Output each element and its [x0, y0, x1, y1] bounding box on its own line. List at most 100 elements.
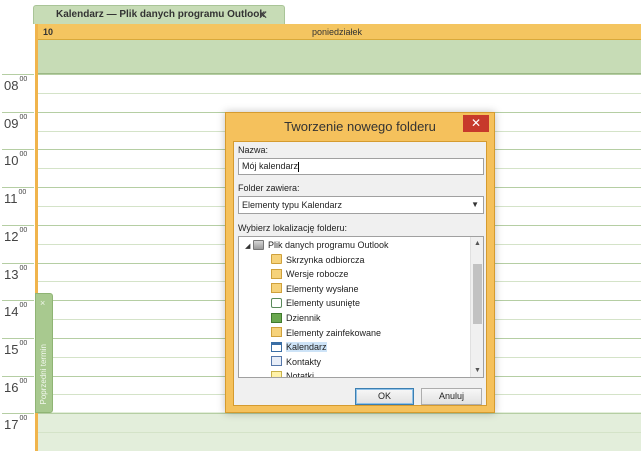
folder-contains-value: Elementy typu Kalendarz	[242, 200, 343, 210]
time-label: 0900	[4, 113, 34, 131]
hour-value: 12	[4, 228, 19, 244]
time-column: 0800 0900 1000 1100 1200 1300 1400 1500 1600 1700	[0, 74, 35, 451]
time-separator	[2, 224, 34, 226]
time-separator	[2, 413, 34, 415]
folder-contains-select[interactable]: Elementy typu Kalendarz ▼	[238, 196, 484, 214]
scroll-down-icon[interactable]: ▼	[471, 364, 483, 377]
previous-appointment-label: Poprzedni termin	[39, 343, 48, 404]
hour-value: 08	[4, 78, 19, 93]
drafts-icon	[271, 268, 282, 279]
hour-value: 13	[4, 266, 19, 282]
tree-item-label: Kontakty	[286, 356, 322, 367]
hour-value: 14	[4, 304, 19, 320]
inbox-icon	[271, 254, 282, 265]
grid-line	[38, 413, 641, 415]
time-separator	[2, 187, 34, 189]
minute-value: 00	[18, 189, 27, 197]
time-separator	[2, 262, 34, 264]
infected-items-icon	[271, 327, 282, 338]
hour-value: 10	[4, 153, 19, 169]
day-name: poniedziałek	[311, 27, 363, 37]
location-label: Wybierz lokalizację folderu:	[238, 223, 347, 233]
new-folder-dialog: Tworzenie nowego folderu ✕ Nazwa: Mój ka…	[225, 112, 495, 413]
tree-item[interactable]: Elementy usunięte	[271, 296, 360, 310]
calendar-tab[interactable]: Kalendarz — Plik danych programu Outlook…	[33, 5, 285, 24]
tab-strip: Kalendarz — Plik danych programu Outlook…	[0, 0, 641, 24]
minute-value: 00	[19, 151, 28, 159]
time-separator	[2, 111, 34, 113]
folder-name-input[interactable]: Mój kalendarz	[238, 158, 484, 175]
minute-value: 00	[19, 226, 28, 234]
time-separator	[2, 74, 34, 75]
grid-line	[38, 74, 641, 75]
sent-items-icon	[271, 283, 282, 294]
minute-value: 00	[19, 339, 28, 347]
grid-line	[38, 92, 641, 94]
folder-location-tree[interactable]: ◢ Plik danych programu Outlook Skrzynka od…	[238, 236, 484, 378]
all-day-area[interactable]	[37, 40, 641, 74]
time-label: 1400	[4, 302, 34, 320]
time-separator	[2, 375, 34, 377]
tree-item[interactable]: Elementy wysłane	[271, 282, 359, 296]
folder-name-value: Mój kalendarz	[242, 161, 299, 171]
time-column-header	[0, 24, 37, 74]
data-file-icon	[253, 239, 264, 250]
notes-icon	[271, 371, 282, 377]
deleted-items-icon	[271, 298, 282, 309]
time-label: 0800	[4, 76, 34, 93]
grid-line	[38, 432, 641, 434]
tree-item[interactable]: ◢ Plik danych programu Outlook	[245, 238, 389, 252]
tree-item-label: Dziennik	[286, 313, 321, 323]
tree-item[interactable]: Notatki	[271, 369, 315, 378]
time-label: 1100	[4, 189, 34, 207]
time-label: 1300	[4, 264, 34, 282]
scroll-thumb[interactable]	[473, 264, 482, 324]
hour-value: 11	[4, 191, 18, 207]
tree-item[interactable]: Wersje robocze	[271, 267, 348, 281]
tree-item-label: Elementy wysłane	[286, 283, 359, 294]
tree-item[interactable]: Kontakty	[271, 355, 321, 369]
time-separator	[2, 337, 34, 339]
chevron-down-icon: ▼	[471, 200, 479, 209]
time-label: 1500	[4, 339, 34, 357]
tree-item[interactable]: Dziennik	[271, 311, 321, 325]
tree-item-label: Kalendarz	[286, 342, 327, 353]
tree-item[interactable]: Skrzynka odbiorcza	[271, 253, 365, 267]
close-icon[interactable]: ✕	[258, 6, 268, 24]
hour-value: 15	[4, 341, 19, 357]
time-label: 1700	[4, 415, 34, 433]
previous-appointment-button[interactable]: × Poprzedni termin	[35, 293, 53, 413]
minute-value: 00	[19, 264, 28, 272]
minute-value: 00	[19, 377, 28, 385]
tree-item-label: Elementy zainfekowane	[286, 327, 382, 338]
contains-label: Folder zawiera:	[238, 183, 300, 193]
hour-value: 17	[4, 417, 19, 433]
scroll-up-icon[interactable]: ▲	[471, 237, 483, 250]
journal-icon	[271, 312, 282, 323]
hour-value: 09	[4, 115, 19, 131]
contacts-icon	[271, 356, 282, 367]
tree-item[interactable]: Kalendarz	[271, 340, 327, 354]
minute-value: 00	[19, 113, 28, 121]
dialog-body: Nazwa: Mój kalendarz Folder zawiera: Ele…	[233, 141, 487, 406]
tree-item-label: Wersje robocze	[286, 269, 349, 280]
time-label: 1200	[4, 226, 34, 244]
hour-value: 16	[4, 379, 19, 395]
tree-item-label: Elementy usunięte	[286, 298, 361, 309]
cancel-button[interactable]: Anuluj	[421, 388, 482, 405]
ok-button[interactable]: OK	[355, 388, 414, 405]
time-separator	[2, 149, 34, 151]
tree-item-label: Notatki	[286, 371, 315, 378]
minute-value: 00	[19, 302, 28, 310]
close-button[interactable]: ✕	[463, 115, 489, 132]
tree-item[interactable]: Elementy zainfekowane	[271, 326, 381, 340]
close-icon[interactable]: ×	[40, 298, 45, 308]
name-label: Nazwa:	[238, 145, 269, 155]
tree-scrollbar[interactable]: ▲ ▼	[470, 237, 483, 377]
day-header[interactable]: 10 poniedziałek	[37, 24, 641, 40]
text-caret	[298, 161, 300, 172]
time-label: 1600	[4, 377, 34, 395]
expand-icon[interactable]: ◢	[245, 240, 253, 254]
calendar-icon	[271, 341, 282, 352]
minute-value: 00	[19, 415, 28, 423]
